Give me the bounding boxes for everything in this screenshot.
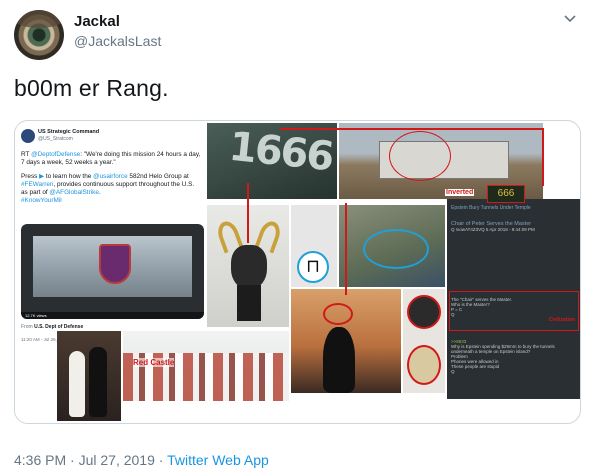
board-post: Chair of Peter Serves the Master Q !xowA…	[451, 221, 535, 232]
tweet-time[interactable]: 4:36 PM	[14, 452, 66, 468]
user-handle[interactable]: @JackalsLast	[74, 33, 161, 49]
separator: ·	[70, 452, 75, 468]
connector-line	[542, 128, 544, 186]
tile-couple	[57, 331, 121, 421]
tile-symbol: ⊓	[291, 205, 337, 287]
number-666: 666	[487, 185, 525, 203]
red-castle-label: Red Castle	[133, 358, 175, 367]
chevron-down-icon[interactable]	[561, 10, 579, 28]
tweet-media[interactable]: US Strategic Command @US_Stratcom RT @De…	[14, 120, 581, 424]
separator: ·	[158, 452, 164, 468]
embedded-avatar	[21, 129, 35, 143]
board-header: Epstein Bury Tunnels Under Temple	[451, 205, 531, 211]
embedded-handle: @US_Stratcom	[38, 136, 73, 142]
source-link[interactable]: Twitter Web App	[167, 452, 269, 468]
highlight-box	[449, 291, 579, 331]
tweet-date[interactable]: Jul 27, 2019	[79, 452, 155, 468]
embedded-source: From U.S. Dept of Defense	[21, 324, 84, 330]
inverted-label: Inverted	[445, 189, 475, 196]
embedded-video: 12.7K views	[21, 224, 204, 319]
board-panel: Epstein Bury Tunnels Under Temple Chair …	[447, 199, 580, 399]
tile-castle: Red Castle	[123, 331, 289, 401]
tweet-text: b00m er Rang.	[14, 75, 169, 101]
video-views: 12.7K views	[25, 313, 47, 318]
display-name[interactable]: Jackal	[74, 13, 120, 30]
tail-number: 1666	[226, 123, 335, 181]
tile-silhouette	[291, 289, 401, 393]
connector-line	[280, 128, 542, 130]
checkmate-label: Civilization	[548, 317, 575, 323]
connector-line	[247, 183, 249, 243]
tweet-footer: 4:36 PM · Jul 27, 2019 · Twitter Web App	[14, 452, 269, 468]
embedded-text: RT @DeptofDefense: "We're doing this mis…	[21, 151, 201, 204]
symbol-icon: ⊓	[297, 251, 329, 283]
board-post: >>8633 Why is Epstein spending $29mm to …	[451, 339, 555, 374]
squadron-emblem	[99, 244, 131, 284]
tile-aerial	[339, 205, 445, 287]
tile-portraits	[403, 289, 445, 393]
avatar[interactable]	[14, 10, 64, 60]
embedded-name: US Strategic Command	[38, 129, 100, 135]
connector-line	[345, 203, 347, 295]
tile-tailnumber: 1666	[207, 123, 337, 199]
